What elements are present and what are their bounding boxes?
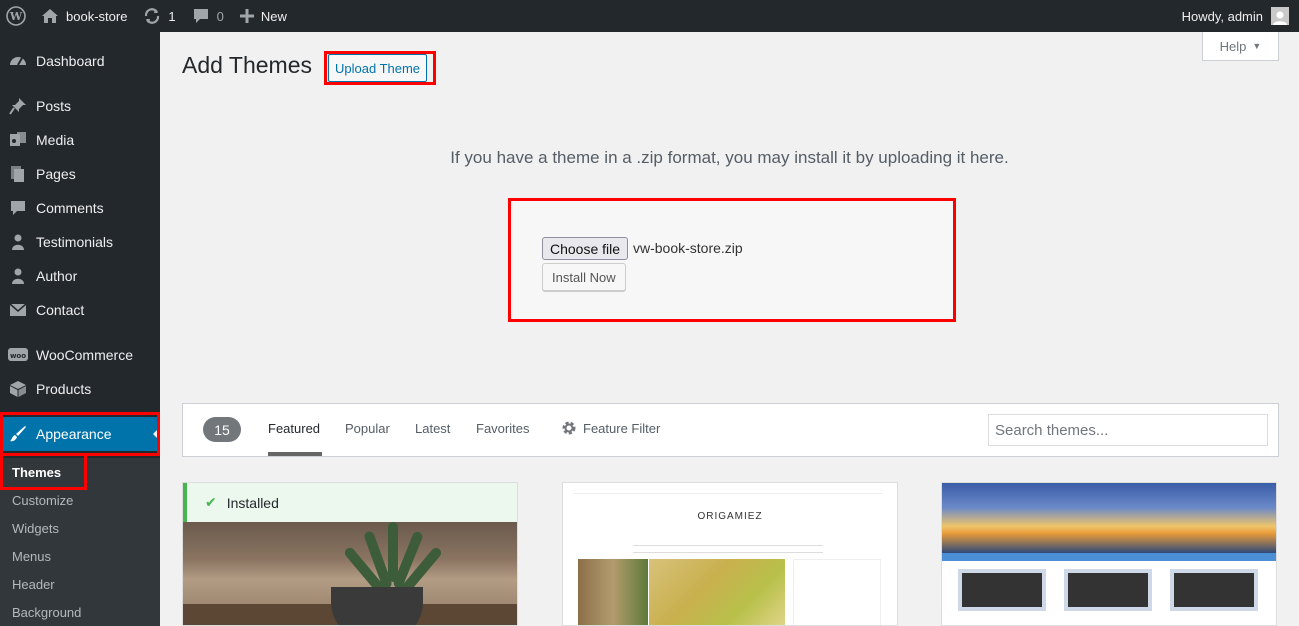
site-name: book-store bbox=[66, 8, 128, 24]
tab-latest[interactable]: Latest bbox=[415, 421, 450, 436]
admin-bar: W book-store 1 0 New Howdy, admin bbox=[0, 0, 1299, 32]
svg-text:woo: woo bbox=[10, 352, 26, 360]
theme-filter-bar: 15 Featured Popular Latest Favorites Fea… bbox=[182, 403, 1279, 457]
theme-count-badge: 15 bbox=[203, 417, 241, 442]
installed-notice: ✔ Installed bbox=[183, 483, 517, 522]
menu-posts[interactable]: Posts bbox=[0, 89, 160, 123]
menu-label: Testimonials bbox=[36, 234, 114, 250]
main-content: Help ▼ Add Themes Upload Theme If you ha… bbox=[160, 32, 1299, 626]
theme-card-installed[interactable]: ✔ Installed bbox=[182, 482, 518, 626]
menu-comments[interactable]: Comments bbox=[0, 191, 160, 225]
new-content-link[interactable]: New bbox=[232, 0, 295, 32]
box-icon bbox=[0, 380, 36, 398]
screenshot-logo: ORIGAMIEZ bbox=[697, 511, 763, 522]
screenshot-topbar bbox=[573, 487, 883, 494]
my-account-link[interactable]: Howdy, admin bbox=[1182, 7, 1299, 25]
screenshot-image bbox=[578, 559, 648, 625]
submenu-menus[interactable]: Menus bbox=[12, 549, 51, 564]
screenshot-thumbnail bbox=[1064, 569, 1152, 611]
submenu-background[interactable]: Background bbox=[12, 605, 81, 620]
theme-card-sunset[interactable] bbox=[941, 482, 1277, 626]
woo-icon: woo bbox=[0, 347, 36, 363]
wordpress-icon: W bbox=[6, 6, 26, 26]
installed-label: Installed bbox=[226, 494, 279, 511]
menu-label: Contact bbox=[36, 302, 85, 318]
menu-label: Media bbox=[36, 132, 75, 148]
feature-filter-button[interactable]: Feature Filter bbox=[561, 420, 660, 436]
svg-text:W: W bbox=[9, 10, 23, 23]
menu-label: Pages bbox=[36, 166, 76, 182]
screenshot-banner bbox=[942, 483, 1276, 553]
help-button[interactable]: Help ▼ bbox=[1202, 32, 1279, 61]
upload-help-text: If you have a theme in a .zip format, yo… bbox=[450, 148, 1009, 167]
gear-icon bbox=[562, 421, 576, 435]
envelope-icon bbox=[0, 301, 36, 319]
theme-card-origamiez[interactable]: ORIGAMIEZ bbox=[562, 482, 898, 626]
caret-down-icon: ▼ bbox=[1252, 41, 1262, 51]
dashboard-icon bbox=[0, 52, 36, 70]
menu-dashboard[interactable]: Dashboard bbox=[0, 44, 160, 78]
updates-count: 1 bbox=[168, 8, 176, 24]
menu-label: Comments bbox=[36, 200, 104, 216]
plus-icon bbox=[239, 9, 254, 23]
user-icon bbox=[1273, 11, 1287, 25]
updates-link[interactable]: 1 bbox=[135, 0, 183, 32]
menu-products[interactable]: Products bbox=[0, 372, 160, 406]
screenshot-sidebar bbox=[793, 559, 881, 625]
highlight-upload-theme bbox=[324, 51, 436, 85]
tab-featured[interactable]: Featured bbox=[268, 421, 320, 436]
menu-woocommerce[interactable]: woo WooCommerce bbox=[0, 338, 160, 372]
comments-link[interactable]: 0 bbox=[184, 0, 232, 32]
new-label: New bbox=[260, 8, 287, 24]
home-icon bbox=[42, 9, 58, 23]
check-icon: ✔ bbox=[205, 494, 217, 510]
tab-favorites[interactable]: Favorites bbox=[476, 421, 529, 436]
site-name-link[interactable]: book-store bbox=[33, 0, 135, 32]
search-themes-input[interactable]: Search themes... bbox=[988, 414, 1268, 446]
active-tab-indicator bbox=[268, 452, 322, 456]
page-title: Add Themes bbox=[182, 52, 312, 78]
highlight-upload-form bbox=[508, 198, 956, 322]
person-icon bbox=[0, 267, 36, 285]
menu-label: Posts bbox=[36, 98, 72, 114]
wordpress-logo-button[interactable]: W bbox=[0, 0, 33, 32]
submenu-customize[interactable]: Customize bbox=[12, 493, 73, 508]
menu-label: Dashboard bbox=[36, 53, 105, 69]
menu-author[interactable]: Author bbox=[0, 259, 160, 293]
refresh-icon bbox=[145, 8, 160, 24]
comment-icon bbox=[0, 199, 36, 217]
submenu-widgets[interactable]: Widgets bbox=[12, 521, 59, 536]
help-label: Help bbox=[1219, 38, 1247, 54]
menu-label: WooCommerce bbox=[36, 347, 133, 363]
menu-label: Author bbox=[36, 268, 78, 284]
screenshot-band bbox=[942, 553, 1276, 561]
screenshot-menu bbox=[633, 545, 823, 553]
pages-icon bbox=[0, 165, 36, 183]
screenshot-thumbnail bbox=[1170, 569, 1258, 611]
highlight-appearance bbox=[0, 412, 160, 456]
submenu-header[interactable]: Header bbox=[12, 577, 55, 592]
admin-sidebar: Dashboard Posts Media Pages Comments Tes… bbox=[0, 32, 160, 626]
menu-pages[interactable]: Pages bbox=[0, 157, 160, 191]
media-icon bbox=[0, 131, 36, 149]
greeting: Howdy, admin bbox=[1181, 8, 1263, 24]
menu-media[interactable]: Media bbox=[0, 123, 160, 157]
highlight-themes bbox=[0, 453, 87, 490]
menu-label: Products bbox=[36, 381, 92, 397]
plant-pot bbox=[331, 587, 423, 625]
screenshot-thumbnail bbox=[958, 569, 1046, 611]
menu-contact[interactable]: Contact bbox=[0, 293, 160, 327]
menu-testimonials[interactable]: Testimonials bbox=[0, 225, 160, 259]
theme-screenshot bbox=[183, 522, 517, 625]
comment-icon bbox=[193, 9, 208, 23]
comments-count: 0 bbox=[216, 8, 224, 24]
person-icon bbox=[0, 233, 36, 251]
feature-filter-label: Feature Filter bbox=[583, 420, 661, 436]
avatar bbox=[1271, 7, 1289, 25]
pin-icon bbox=[0, 97, 36, 115]
screenshot-image bbox=[649, 559, 785, 625]
tab-popular[interactable]: Popular bbox=[345, 421, 390, 436]
